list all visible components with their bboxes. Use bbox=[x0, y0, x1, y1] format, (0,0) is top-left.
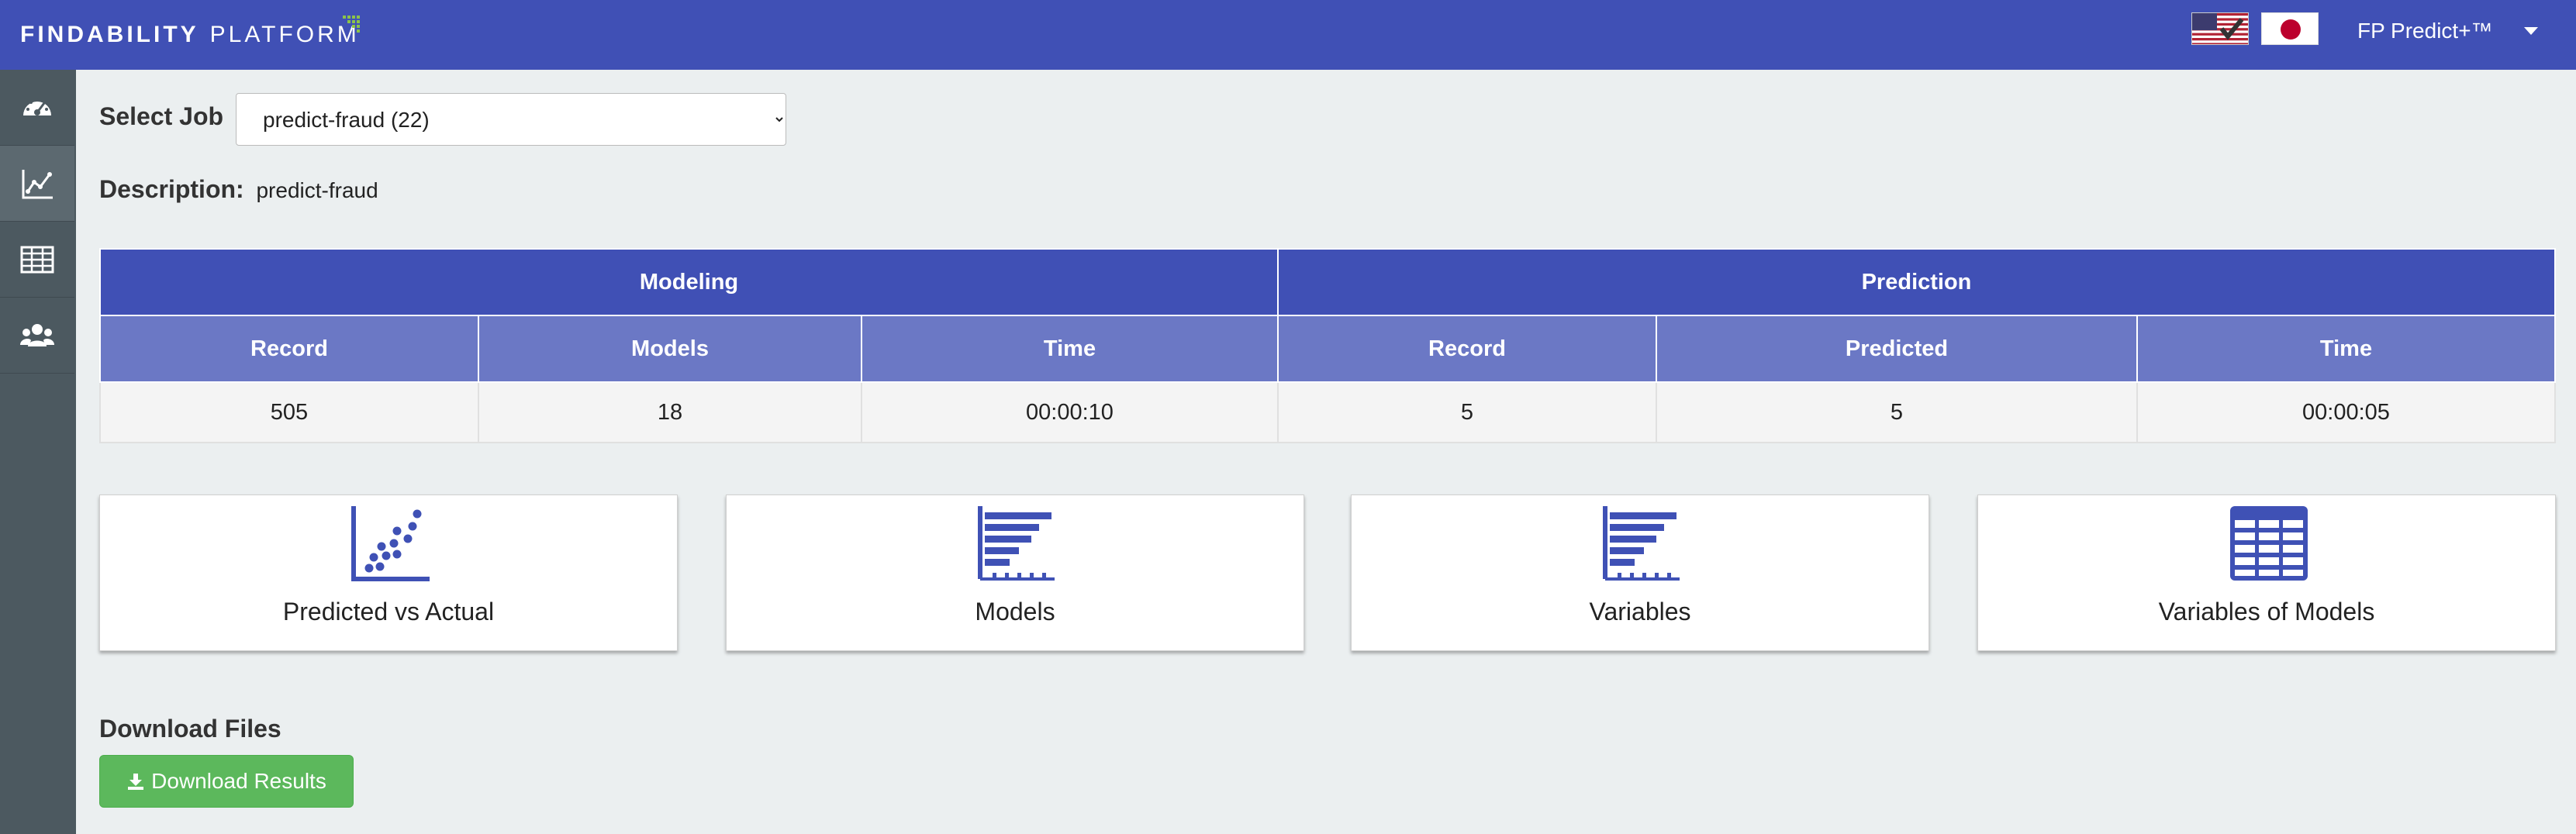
logo-dots-icon bbox=[343, 16, 360, 33]
download-icon bbox=[128, 774, 144, 790]
card-label: Models bbox=[975, 598, 1055, 626]
description: Description: predict-fraud bbox=[99, 175, 378, 204]
table-grid-icon bbox=[2230, 506, 2308, 581]
jp-flag-language-button[interactable] bbox=[2261, 12, 2319, 45]
table-cell: 00:00:10 bbox=[861, 381, 1279, 443]
table-cell: 00:00:05 bbox=[2136, 381, 2556, 443]
select-job-label: Select Job bbox=[99, 102, 224, 130]
dashboard-gauge-icon bbox=[23, 98, 51, 115]
group-header-modeling: Modeling bbox=[99, 248, 1279, 316]
users-icon bbox=[20, 323, 54, 346]
logo-text-light: PLATFORM bbox=[209, 22, 360, 47]
us-flag-icon bbox=[2192, 13, 2248, 44]
sidebar bbox=[0, 70, 76, 834]
card-label: Variables of Models bbox=[2158, 598, 2375, 626]
column-header: Record bbox=[99, 315, 479, 383]
line-chart-icon bbox=[22, 169, 53, 198]
card-label: Predicted vs Actual bbox=[282, 598, 495, 626]
card-models[interactable]: Models bbox=[726, 495, 1304, 651]
group-header-prediction: Prediction bbox=[1277, 248, 2556, 316]
scatter-plot-icon bbox=[351, 506, 430, 581]
description-label: Description: bbox=[99, 175, 244, 203]
table-cell: 18 bbox=[478, 381, 862, 443]
table-row: 505 18 00:00:10 5 5 00:00:05 bbox=[99, 381, 2556, 443]
sidebar-item-predict[interactable] bbox=[0, 146, 74, 222]
card-label: Variables bbox=[1589, 598, 1691, 626]
download-files-title: Download Files bbox=[99, 715, 281, 743]
description-value: predict-fraud bbox=[256, 178, 378, 202]
bar-chart-icon bbox=[978, 506, 1055, 581]
column-header: Time bbox=[861, 315, 1279, 383]
table-cell: 505 bbox=[99, 381, 479, 443]
brand-logo[interactable]: FINDABILITY PLATFORM bbox=[20, 22, 360, 50]
download-button-label: Download Results bbox=[151, 769, 326, 793]
column-header: Record bbox=[1277, 315, 1657, 383]
logo-text-bold: FINDABILITY bbox=[20, 22, 199, 47]
table-cell: 5 bbox=[1277, 381, 1657, 443]
card-variables[interactable]: Variables bbox=[1351, 495, 1929, 651]
column-header: Predicted bbox=[1656, 315, 2138, 383]
job-select[interactable]: predict-fraud (22) bbox=[236, 93, 786, 146]
download-results-button[interactable]: Download Results bbox=[99, 755, 354, 808]
table-icon bbox=[20, 246, 54, 273]
chevron-down-icon bbox=[2523, 27, 2538, 35]
summary-table: Modeling Prediction Record Models Time R… bbox=[99, 248, 2556, 443]
column-header: Time bbox=[2136, 315, 2556, 383]
us-flag-language-button[interactable] bbox=[2191, 12, 2249, 45]
bar-chart-icon bbox=[1603, 506, 1680, 581]
sidebar-item-users[interactable] bbox=[0, 298, 74, 374]
product-dropdown[interactable]: FP Predict+™ bbox=[2357, 16, 2538, 47]
card-variables-of-models[interactable]: Variables of Models bbox=[1977, 495, 2556, 651]
table-cell: 5 bbox=[1656, 381, 2138, 443]
sidebar-item-dashboard[interactable] bbox=[0, 70, 74, 146]
column-header: Models bbox=[478, 315, 862, 383]
product-menu-label: FP Predict+™ bbox=[2357, 19, 2493, 43]
card-predicted-vs-actual[interactable]: Predicted vs Actual bbox=[99, 495, 678, 651]
top-navbar: FINDABILITY PLATFORM FP Predict+™ bbox=[0, 0, 2576, 70]
jp-flag-icon bbox=[2281, 19, 2301, 40]
main-content: Select Job predict-fraud (22) Descriptio… bbox=[76, 70, 2576, 834]
sidebar-item-data[interactable] bbox=[0, 222, 74, 298]
